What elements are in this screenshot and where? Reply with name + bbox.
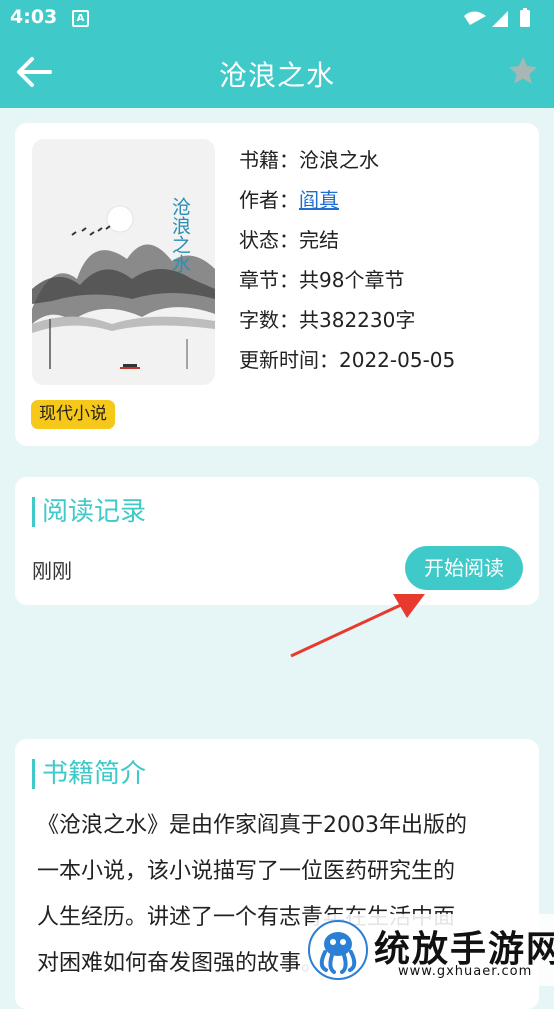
info-label: 字数： [239,308,299,332]
info-value: 共98个章节 [299,268,405,292]
wifi-icon [464,11,486,25]
author-link[interactable]: 阎真 [299,188,339,212]
info-row-author: 作者：阎真 [239,180,455,220]
status-time: 4:03 [10,6,58,28]
info-row-status: 状态：完结 [239,220,455,260]
annotation-arrow [290,594,425,658]
book-info-list: 书籍：沧浪之水 作者：阎真 状态：完结 章节：共98个章节 字数：共382230… [239,140,455,380]
intro-line: 《沧浪之水》是由作家阎真于2003年出版的 [37,813,467,838]
info-row-title: 书籍：沧浪之水 [239,140,455,180]
info-value: 沧浪之水 [299,148,379,172]
battery-icon [520,8,530,27]
reading-record-card: 阅读记录 刚刚 开始阅读 [15,477,539,605]
info-value: 2022-05-05 [339,348,456,372]
info-row-updated: 更新时间：2022-05-05 [239,340,455,380]
book-info-card: 沧浪之水 书籍：沧浪之水 作者：阎真 状态：完结 章节：共98个章节 字数：共3… [15,123,539,446]
site-watermark: 统放手游网 www.gxhuaer.com [302,914,554,986]
info-value: 共382230字 [299,308,416,332]
book-cover[interactable]: 沧浪之水 [32,139,215,385]
notification-icon: A [72,10,89,27]
reading-record-title: 阅读记录 [32,497,146,527]
intro-title: 书籍简介 [32,759,146,789]
info-value: 完结 [299,228,339,252]
info-row-word-count: 字数：共382230字 [239,300,455,340]
start-reading-button[interactable]: 开始阅读 [405,546,523,590]
cover-title: 沧浪之水 [169,197,191,273]
star-icon[interactable] [506,54,540,88]
watermark-url: www.gxhuaer.com [398,964,533,979]
info-row-chapters: 章节：共98个章节 [239,260,455,300]
octopus-logo-icon [308,920,368,980]
info-label: 章节： [239,268,299,292]
cover-illustration: 沧浪之水 [32,139,215,385]
info-label: 书籍： [239,148,299,172]
status-bar: 4:03 A [0,0,554,36]
status-icons [464,8,530,27]
info-label: 更新时间： [239,348,339,372]
last-read-time: 刚刚 [32,559,72,583]
app-bar: 沧浪之水 [0,36,554,108]
info-label: 状态： [239,228,299,252]
signal-icon [492,11,508,27]
info-label: 作者： [239,188,299,212]
genre-tag[interactable]: 现代小说 [31,400,115,429]
page-title: 沧浪之水 [218,59,335,92]
intro-line: 一本小说，该小说描写了一位医药研究生的 [37,859,456,884]
